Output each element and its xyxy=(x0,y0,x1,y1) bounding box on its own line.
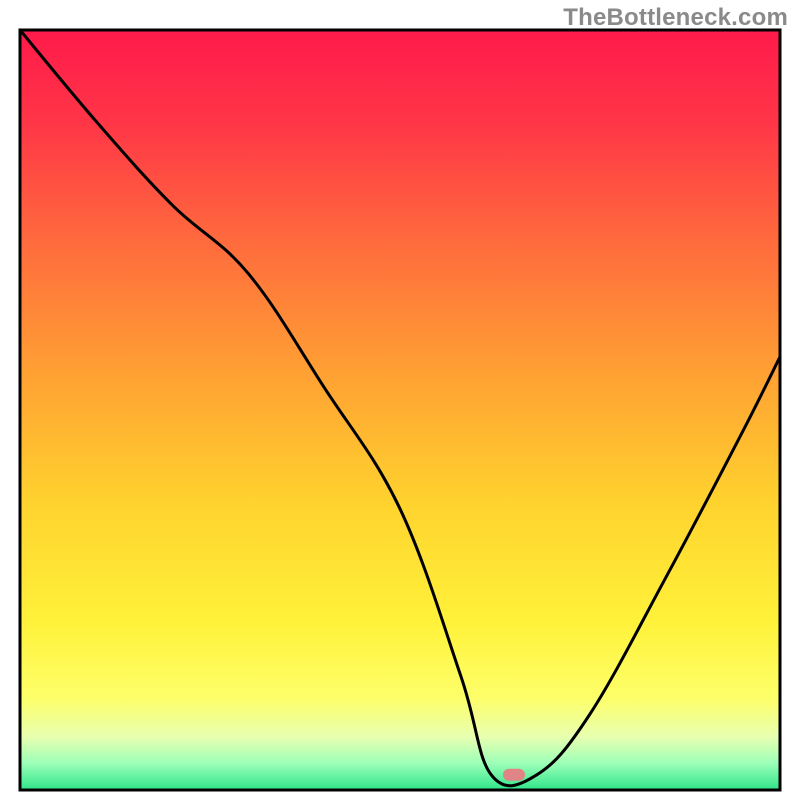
plot-background xyxy=(20,30,780,790)
optimum-marker xyxy=(503,769,525,781)
chart-container: TheBottleneck.com xyxy=(0,0,800,800)
watermark-text: TheBottleneck.com xyxy=(563,4,788,32)
bottleneck-chart xyxy=(0,0,800,800)
